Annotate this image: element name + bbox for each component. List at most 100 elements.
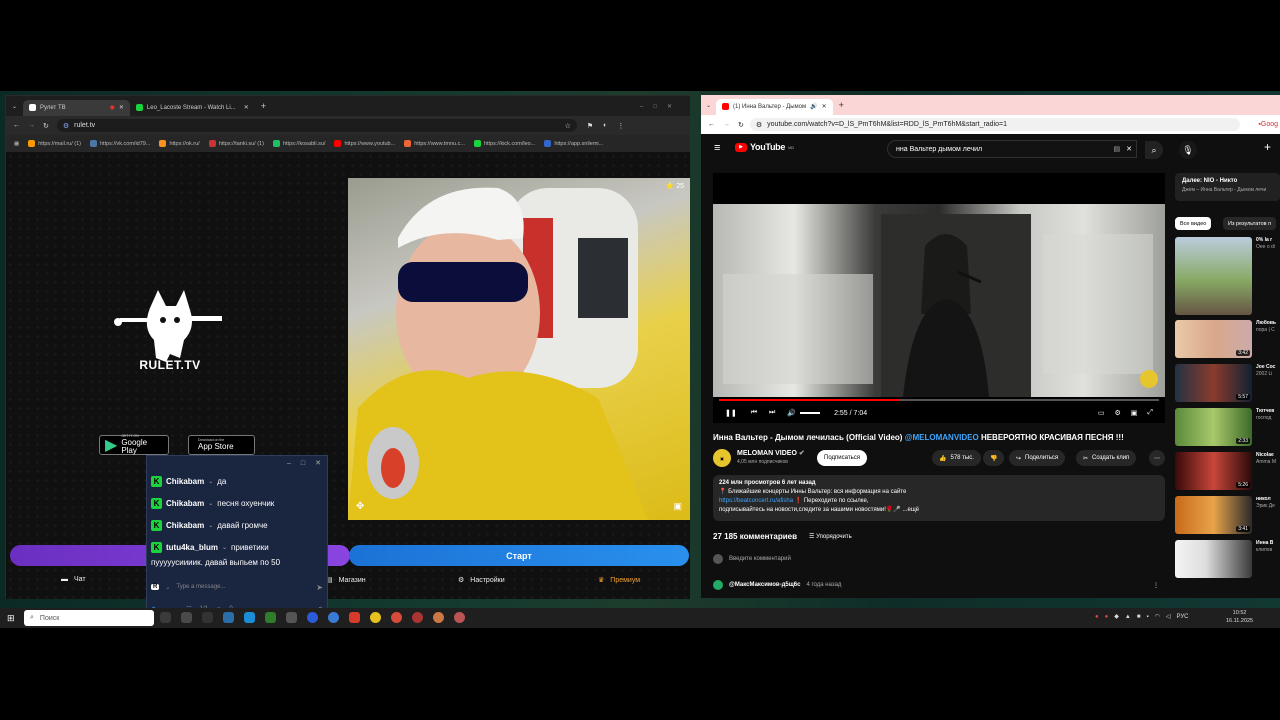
add-comment-row[interactable]: Введите комментарий (713, 554, 791, 564)
channel-name[interactable]: MELOMAN VIDEO ✔ (737, 449, 805, 457)
yandex-icon[interactable] (349, 612, 360, 623)
back-icon[interactable]: ← (13, 122, 20, 129)
sidebar-video[interactable]: 0% la r Oee o di (1175, 237, 1280, 315)
url-field[interactable]: ⚙ rulet.tv ☆ (56, 119, 577, 132)
app-icon[interactable] (265, 612, 276, 623)
next-up-card[interactable]: Далее: NIO - Никто Джем – Инна Вальтер -… (1175, 173, 1280, 201)
share-button[interactable]: ↪ Поделиться (1009, 450, 1066, 466)
reload-icon[interactable]: ↻ (43, 122, 49, 130)
chevron-down-icon[interactable]: ⌄ (208, 522, 213, 529)
search-icon[interactable]: ⌕ (1145, 141, 1163, 159)
tray-icon[interactable]: ▪ (1146, 614, 1148, 620)
comment-author[interactable]: @МаксМаксимов-д5щ6с (729, 582, 800, 588)
avatar[interactable] (713, 580, 723, 590)
channel-mention-link[interactable]: @MELOMANVIDEO (905, 433, 979, 442)
chevron-down-icon[interactable]: ⌄ (208, 500, 213, 507)
nav-shop[interactable]: ▤ Магазин (326, 576, 366, 585)
volume-icon[interactable]: ◁ (1166, 613, 1171, 620)
more-icon[interactable]: ⋮ (1153, 582, 1159, 589)
app-icon[interactable] (223, 612, 234, 623)
progress-bar[interactable] (719, 399, 1159, 401)
fullscreen-icon[interactable]: ⤢ (1147, 409, 1153, 417)
volume-icon[interactable]: 🔊 (787, 409, 796, 417)
miniplayer-icon[interactable]: ▣ (1131, 409, 1138, 417)
search-input[interactable]: нна Вальтер дымом лечил ▤ ✕ (887, 140, 1137, 158)
previous-icon[interactable]: ⏮ (751, 409, 757, 417)
tab-menu-icon[interactable]: ⌄ (6, 103, 23, 110)
chrome-icon[interactable] (370, 612, 381, 623)
tab-menu-icon[interactable]: ⌄ (701, 102, 716, 109)
app-icon[interactable] (286, 612, 297, 623)
sidebar-video[interactable]: Инна Вклипов (1175, 540, 1280, 578)
maximize-icon[interactable]: □ (301, 460, 305, 467)
bookmark-kick[interactable]: https://kick.com/leo... (473, 140, 535, 147)
create-icon[interactable]: + (1264, 140, 1271, 154)
sidebar-video[interactable]: 2:33 Тютчев господ (1175, 408, 1280, 446)
add-comment-input[interactable]: Введите комментарий (729, 556, 791, 562)
channel-avatar[interactable]: ▣ (713, 449, 731, 467)
speaker-icon[interactable]: 🔊 (810, 103, 817, 110)
video-player[interactable]: ❚❚ ⏮ ⏭ 🔊 2:55 / 7:04 ▭ ⚙ ▣ ⤢ (713, 173, 1165, 423)
dislike-button[interactable]: 👎 (983, 450, 1005, 466)
profile-icon[interactable]: ◐ (603, 122, 607, 129)
avatar[interactable]: R (151, 584, 160, 590)
forward-icon[interactable]: → (28, 122, 35, 129)
sort-button[interactable]: ☰ Упорядочить (809, 533, 852, 540)
edge-icon[interactable] (244, 612, 255, 623)
video-description[interactable]: 224 млн просмотров 6 лет назад 📍 Ближайш… (713, 475, 1165, 521)
subtitles-icon[interactable]: ▭ (1098, 409, 1105, 417)
tray-icon[interactable]: ◆ (1114, 613, 1119, 620)
close-icon[interactable]: ✕ (315, 459, 321, 467)
taskbar-search[interactable]: ⌕ Поиск (24, 610, 154, 626)
hamburger-icon[interactable]: ≡ (714, 142, 720, 154)
task-view-icon[interactable] (160, 612, 171, 623)
obs-icon[interactable] (412, 612, 423, 623)
extensions-icon[interactable]: ⚑ (587, 122, 593, 130)
chevron-down-icon[interactable]: ⌄ (208, 478, 213, 485)
tray-icon[interactable]: ■ (1137, 614, 1141, 620)
sidebar-video[interactable]: 3:42 Любовь пора | С (1175, 320, 1280, 358)
nav-settings[interactable]: ⚙ Настройки (458, 576, 505, 585)
minimize-icon[interactable]: – (287, 460, 291, 467)
bookmark-mail[interactable]: https://mail.ru/ (1) (28, 140, 81, 147)
star-icon[interactable]: ☆ (565, 122, 571, 130)
description-link[interactable]: https://beatconcert.ru/afisha (719, 498, 793, 504)
clear-icon[interactable]: ✕ (1126, 145, 1136, 153)
reload-icon[interactable]: ↻ (738, 121, 744, 129)
mic-icon[interactable]: 🎙 (1179, 141, 1197, 159)
close-icon[interactable]: ✕ (119, 104, 124, 111)
start-button[interactable]: Старт (349, 545, 689, 566)
tab-kick[interactable]: Leo_Lacoste Stream - Watch Li... ✕ (130, 100, 255, 116)
chat-input[interactable]: Type a message... (176, 584, 310, 590)
chat-username[interactable]: tutu4ka_blum (166, 543, 218, 552)
menu-icon[interactable]: ⋮ (617, 122, 624, 130)
site-info-icon[interactable]: ⚙ (63, 122, 69, 130)
apps-icon[interactable]: ▦ (14, 141, 19, 147)
settings-icon[interactable]: ⚙ (1114, 409, 1120, 417)
sidebar-video[interactable]: 5:26 Nicolae Amma M (1175, 452, 1280, 490)
subscribe-button[interactable]: Подписаться (817, 450, 867, 466)
bookmark-youtube[interactable]: https://www.youtub... (334, 140, 395, 147)
pen-icon[interactable] (202, 612, 213, 623)
bookmark-app[interactable]: https://app.snilemi... (544, 140, 603, 147)
bookmark-kosabli[interactable]: https://kosabli.su/ (272, 140, 325, 147)
pause-icon[interactable]: ❚❚ (725, 409, 737, 417)
wifi-icon[interactable]: ◠ (1155, 613, 1160, 620)
window-controls[interactable]: –□✕ (640, 103, 690, 110)
chrome-icon[interactable] (391, 612, 402, 623)
chat-username[interactable]: Chikabam (166, 521, 204, 530)
nav-premium[interactable]: ♛ Премиум (598, 576, 640, 585)
keyboard-icon[interactable]: ▤ (1114, 145, 1121, 153)
app-store-badge[interactable]: Download on the App Store (188, 435, 255, 455)
widgets-icon[interactable] (181, 612, 192, 623)
sidebar-video[interactable]: 3:41 никол Эрик Де (1175, 496, 1280, 534)
back-icon[interactable]: ← (708, 121, 715, 128)
language-indicator[interactable]: РУС (1176, 614, 1188, 620)
bookmark-tmnu[interactable]: https://www.tmnu.c... (404, 140, 465, 147)
chip-all-videos[interactable]: Все видео (1175, 217, 1212, 230)
bookmark-ok[interactable]: https://ok.ru/ (159, 140, 200, 147)
url-field[interactable]: ⚙ youtube.com/watch?v=D_lS_PmT6hM&list=R… (749, 118, 1240, 131)
chat-username[interactable]: Chikabam (166, 499, 204, 508)
chip-from-results[interactable]: Из результатов п (1223, 217, 1277, 230)
app-icon[interactable] (433, 612, 444, 623)
